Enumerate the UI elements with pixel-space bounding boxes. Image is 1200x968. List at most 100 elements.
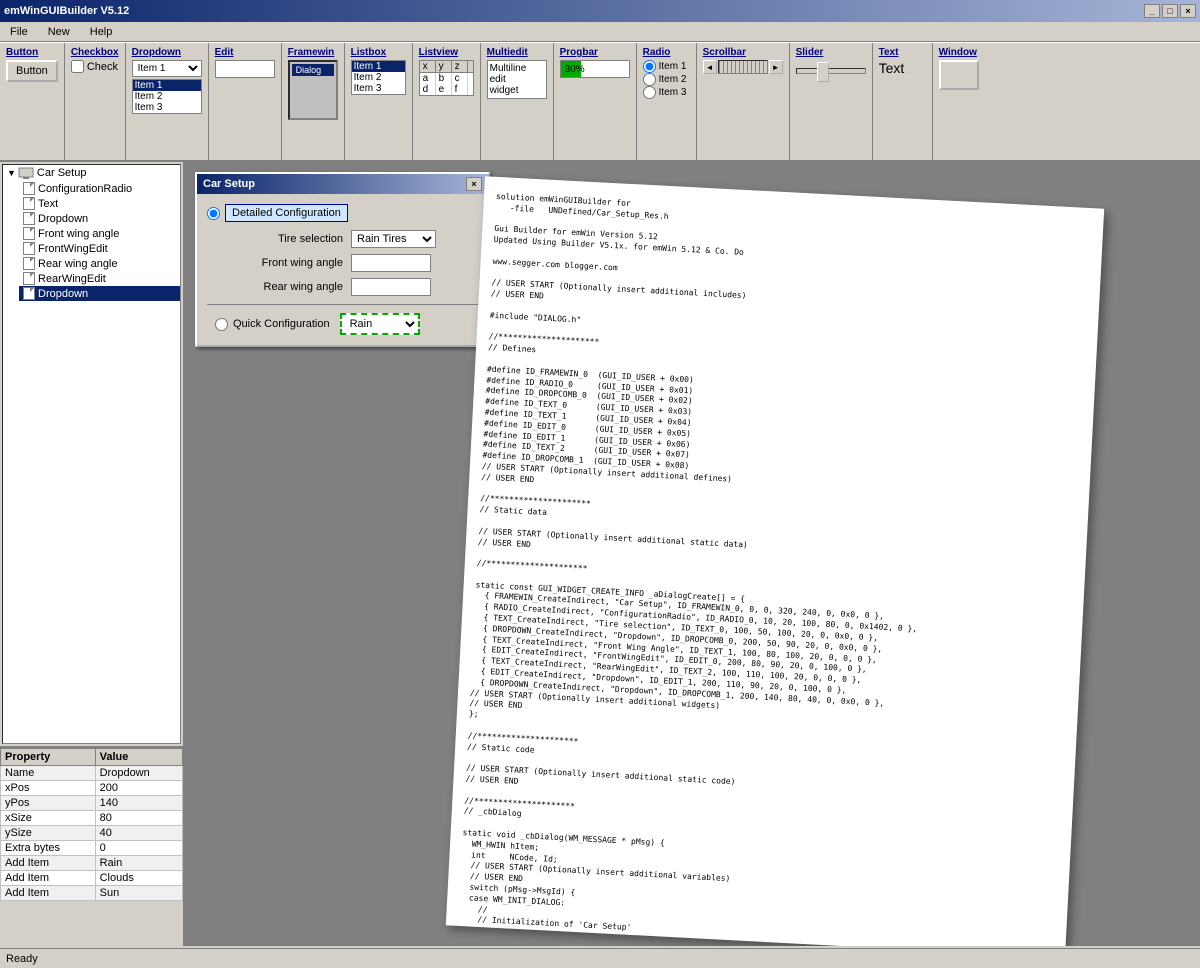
button-widget-sample[interactable]: Button <box>6 60 58 82</box>
tree-root-label: Car Setup <box>37 167 87 179</box>
menu-file[interactable]: File <box>4 24 34 40</box>
listbox-widget-sample: Item 1 Item 2 Item 3 <box>351 60 406 95</box>
rear-wing-input[interactable]: 14 <box>351 278 431 296</box>
category-text: Text Text <box>873 43 933 160</box>
radio-detailed-input[interactable] <box>207 207 220 220</box>
dialog-title: Car Setup <box>203 178 255 190</box>
radio-quick-label: Quick Configuration <box>233 318 330 330</box>
radio-detailed[interactable]: Detailed Configuration <box>207 204 478 222</box>
listbox-item-2[interactable]: Item 2 <box>352 72 405 83</box>
slider-thumb[interactable] <box>817 62 829 82</box>
tree-item-label-3: Front wing angle <box>38 228 119 240</box>
property-row-0: NameDropdown <box>1 766 183 781</box>
tree-item-label-0: ConfigurationRadio <box>38 183 132 195</box>
tree-item-label-5: Rear wing angle <box>38 258 118 270</box>
prop-name-6: Add Item <box>1 856 96 871</box>
prop-value-7[interactable]: Clouds <box>95 871 182 886</box>
close-button[interactable]: × <box>1180 4 1196 18</box>
tree-item-rearwingedit[interactable]: RearWingEdit <box>19 271 180 286</box>
tree-item-label-4: FrontWingEdit <box>38 243 108 255</box>
tire-selection-row: Tire selection Rain TiresIntermediateSli… <box>207 230 478 248</box>
property-row-2: yPos140 <box>1 796 183 811</box>
slider-widget-sample[interactable] <box>796 60 866 74</box>
prop-value-1[interactable]: 200 <box>95 781 182 796</box>
properties-tbody: NameDropdownxPos200yPos140xSize80ySize40… <box>1 766 183 901</box>
category-slider-label: Slider <box>796 47 824 58</box>
scrollbar-widget-sample[interactable]: ◄ ► <box>703 60 783 74</box>
category-dropdown: Dropdown Item 1Item 2Item 3 Item 1 Item … <box>126 43 209 160</box>
tree-item-dropdown1[interactable]: Dropdown <box>19 211 180 226</box>
radio-item-3[interactable]: Item 3 <box>643 86 687 99</box>
window-widget-sample <box>939 60 979 90</box>
radio-quick-container[interactable]: Quick Configuration <box>215 318 330 331</box>
checkbox-widget-sample[interactable]: Check <box>71 60 118 73</box>
menu-new[interactable]: New <box>42 24 76 40</box>
listview-cell-a: a <box>420 73 436 84</box>
prop-value-5[interactable]: 0 <box>95 841 182 856</box>
design-canvas[interactable]: Car Setup × Detailed Configuration Tire … <box>185 162 1200 946</box>
properties-panel: Property Value NameDropdownxPos200yPos14… <box>0 746 183 946</box>
tree-item-frontwingedit[interactable]: FrontWingEdit <box>19 241 180 256</box>
category-checkbox: Checkbox Check <box>65 43 126 160</box>
category-multiedit: Multiedit Multilineeditwidget <box>481 43 554 160</box>
category-listview-label: Listview <box>419 47 458 58</box>
tree-expand-icon[interactable]: ▼ <box>7 168 16 178</box>
property-row-1: xPos200 <box>1 781 183 796</box>
dropdown-list-item-1[interactable]: Item 1 <box>133 80 201 91</box>
listbox-item-3[interactable]: Item 3 <box>352 83 405 94</box>
tree-item-text[interactable]: Text <box>19 196 180 211</box>
property-row-6: Add ItemRain <box>1 856 183 871</box>
front-wing-input[interactable]: 10 <box>351 254 431 272</box>
dropdown-list-item-3[interactable]: Item 3 <box>133 102 201 113</box>
prop-name-8: Add Item <box>1 886 96 901</box>
menu-help[interactable]: Help <box>84 24 119 40</box>
radio-quick-input[interactable] <box>215 318 228 331</box>
listbox-item-1[interactable]: Item 1 <box>352 61 405 72</box>
tire-dropdown[interactable]: Rain TiresIntermediateSlick <box>351 230 436 248</box>
file-icon-frontwingangle <box>23 227 35 240</box>
tree-item-label-1: Text <box>38 198 58 210</box>
computer-icon <box>18 167 34 179</box>
prop-value-0[interactable]: Dropdown <box>95 766 182 781</box>
multiedit-widget-sample[interactable]: Multilineeditwidget <box>487 60 547 99</box>
radio-item-2[interactable]: Item 2 <box>643 73 687 86</box>
quick-config-row: Quick Configuration RainCloudsSun <box>207 313 478 335</box>
category-slider: Slider <box>790 43 873 160</box>
dialog-title-bar[interactable]: Car Setup × <box>197 174 488 194</box>
listview-row-2: d e f <box>420 84 473 95</box>
tree-item-frontwingangle[interactable]: Front wing angle <box>19 226 180 241</box>
dropdown-list-item-2[interactable]: Item 2 <box>133 91 201 102</box>
scrollbar-right-btn[interactable]: ► <box>769 60 783 74</box>
prop-value-2[interactable]: 140 <box>95 796 182 811</box>
prop-value-8[interactable]: Sun <box>95 886 182 901</box>
radio-item-1[interactable]: Item 1 <box>643 60 687 73</box>
category-button: Button Button <box>0 43 65 160</box>
maximize-button[interactable]: □ <box>1162 4 1178 18</box>
tree-root[interactable]: ▼ Car Setup <box>3 165 180 181</box>
progbar-widget-sample: 30% <box>560 60 630 78</box>
category-progbar: Progbar 30% <box>554 43 637 160</box>
minimize-button[interactable]: _ <box>1144 4 1160 18</box>
dialog-close-btn[interactable]: × <box>466 177 482 191</box>
tree-item-dropdown2[interactable]: Dropdown <box>19 286 180 301</box>
title-bar-buttons[interactable]: _ □ × <box>1144 4 1196 18</box>
file-icon-rearwingedit <box>23 272 35 285</box>
dialog-window-buttons[interactable]: × <box>466 177 482 191</box>
file-icon-dropdown2 <box>23 287 35 300</box>
prop-header-2: Value <box>95 749 182 766</box>
tree-item-configradio[interactable]: ConfigurationRadio <box>19 181 180 196</box>
scrollbar-left-btn[interactable]: ◄ <box>703 60 717 74</box>
checkbox-label: Check <box>87 61 118 73</box>
listview-cell-c: c <box>452 73 468 84</box>
checkbox-input[interactable] <box>71 60 84 73</box>
dropdown-select[interactable]: Item 1Item 2Item 3 <box>132 60 202 77</box>
quick-dropdown[interactable]: RainCloudsSun <box>340 313 420 335</box>
edit-input[interactable]: Edit <box>215 60 275 78</box>
tree-item-rearwingangle[interactable]: Rear wing angle <box>19 256 180 271</box>
category-scrollbar: Scrollbar ◄ ► <box>697 43 790 160</box>
prop-value-6[interactable]: Rain <box>95 856 182 871</box>
prop-value-3[interactable]: 80 <box>95 811 182 826</box>
category-text-label: Text <box>879 47 899 58</box>
prop-value-4[interactable]: 40 <box>95 826 182 841</box>
rear-wing-label: Rear wing angle <box>223 281 343 293</box>
